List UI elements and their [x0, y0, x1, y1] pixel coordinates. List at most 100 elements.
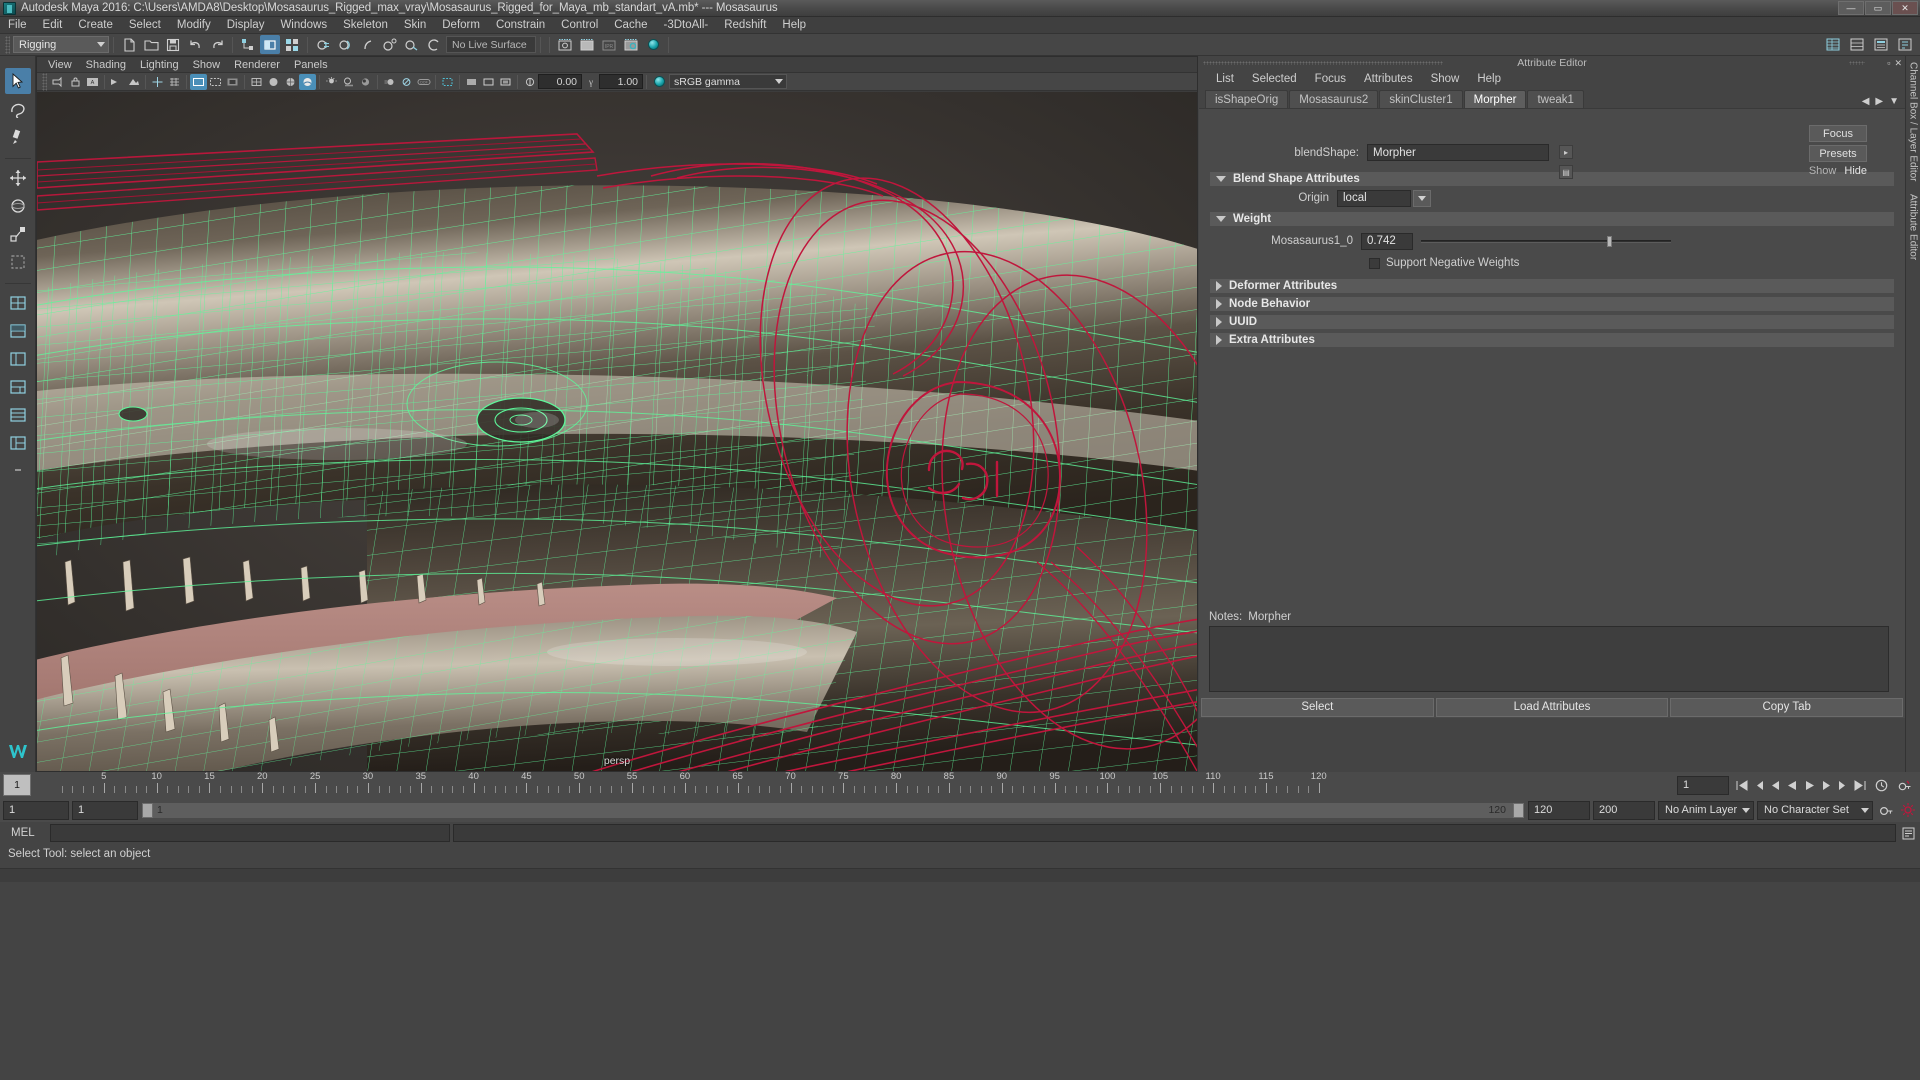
exposure-field[interactable]: 0.00 — [538, 74, 582, 89]
menu-control[interactable]: Control — [553, 17, 606, 34]
wireframe-icon[interactable] — [248, 74, 265, 90]
render-settings-icon[interactable] — [621, 35, 641, 54]
menu-skin[interactable]: Skin — [396, 17, 434, 34]
lock-camera-icon[interactable] — [67, 74, 84, 90]
select-by-object-icon[interactable] — [260, 35, 280, 54]
show-hide-editor-icon[interactable] — [555, 35, 575, 54]
section-node-behavior[interactable]: Node Behavior — [1209, 296, 1895, 312]
shaded-wireframe-icon[interactable] — [282, 74, 299, 90]
snap-to-grid-icon[interactable] — [313, 35, 333, 54]
ae-tab-morpher[interactable]: Morpher — [1463, 90, 1527, 108]
ae-menu-show[interactable]: Show — [1422, 70, 1469, 88]
menu-3dtoall[interactable]: -3DtoAll- — [656, 17, 717, 34]
ae-tab-skincluster1[interactable]: skinCluster1 — [1379, 90, 1463, 108]
menu-skeleton[interactable]: Skeleton — [335, 17, 396, 34]
color-management-icon[interactable] — [654, 76, 665, 87]
ae-tab-tweak1[interactable]: tweak1 — [1527, 90, 1584, 108]
section-uuid[interactable]: UUID — [1209, 314, 1895, 330]
ae-tab-next-icon[interactable]: ▶ — [1875, 96, 1883, 107]
image-plane-icon[interactable] — [125, 74, 142, 90]
toolbar-grip[interactable] — [5, 35, 10, 54]
animation-preferences-icon[interactable] — [1872, 776, 1891, 795]
weight-slider-handle[interactable] — [1606, 235, 1612, 247]
play-forwards-icon[interactable] — [1801, 776, 1817, 795]
panel-drag-handle[interactable] — [1203, 61, 1443, 65]
grid-toggle-icon[interactable] — [166, 74, 183, 90]
2d-pan-zoom-icon[interactable] — [149, 74, 166, 90]
copy-tab-button[interactable]: Copy Tab — [1670, 697, 1904, 717]
exposure-icon[interactable] — [521, 74, 538, 90]
weight-slider[interactable] — [1421, 235, 1671, 247]
last-tool-used[interactable] — [5, 249, 31, 275]
minimize-button[interactable]: — — [1838, 1, 1864, 15]
gamma-icon[interactable]: γ — [582, 74, 599, 90]
isolate-select-icon[interactable] — [439, 74, 456, 90]
tool-settings-toggle-icon[interactable] — [1895, 35, 1915, 54]
shadows-icon[interactable] — [340, 74, 357, 90]
menu-create[interactable]: Create — [70, 17, 121, 34]
live-surface-field[interactable]: No Live Surface — [446, 36, 536, 53]
focus-button[interactable]: Focus — [1809, 125, 1867, 142]
play-backwards-icon[interactable] — [1784, 776, 1800, 795]
panel-drag-handle-right[interactable] — [1849, 61, 1865, 65]
textured-icon[interactable] — [299, 73, 316, 90]
layout-persp-outliner-persp[interactable] — [5, 430, 31, 456]
command-input-field[interactable] — [50, 824, 450, 842]
layout-more-options[interactable] — [5, 458, 31, 484]
gamma-field[interactable]: 1.00 — [599, 74, 643, 89]
smooth-shade-icon[interactable] — [265, 74, 282, 90]
viewport-menu-renderer[interactable]: Renderer — [227, 57, 287, 73]
range-bar-left-grip[interactable] — [142, 802, 153, 818]
set-key-icon[interactable] — [1876, 801, 1895, 820]
go-to-end-icon[interactable] — [1852, 776, 1868, 795]
ae-menu-list[interactable]: List — [1207, 70, 1243, 88]
layout-single-perspective[interactable] — [5, 290, 31, 316]
panel-close-icon[interactable]: ✕ — [1894, 58, 1902, 69]
select-by-hierarchy-icon[interactable] — [238, 35, 258, 54]
playback-range-bar[interactable]: 1 120 — [141, 801, 1525, 819]
snap-to-projected-center-icon[interactable] — [379, 35, 399, 54]
animation-end-time-field[interactable]: 200 — [1593, 800, 1655, 820]
notes-textarea[interactable] — [1209, 626, 1889, 692]
menu-file[interactable]: File — [0, 17, 35, 34]
menu-cache[interactable]: Cache — [606, 17, 655, 34]
save-scene-icon[interactable] — [163, 35, 183, 54]
xray-active-components-icon[interactable] — [497, 74, 514, 90]
menu-set-selector[interactable]: Rigging — [13, 36, 109, 53]
menu-deform[interactable]: Deform — [434, 17, 488, 34]
auto-keyframe-icon[interactable] — [1895, 776, 1914, 795]
ae-menu-focus[interactable]: Focus — [1306, 70, 1355, 88]
vtab-attribute-editor[interactable]: Attribute Editor — [1908, 188, 1919, 266]
menu-modify[interactable]: Modify — [169, 17, 219, 34]
vtab-channel-box-layer-editor[interactable]: Channel Box / Layer Editor — [1908, 56, 1919, 188]
xray-icon[interactable] — [463, 74, 480, 90]
node-select-icon[interactable]: ▤ — [1559, 165, 1573, 179]
current-time-indicator[interactable]: 1 — [3, 774, 31, 796]
section-extra-attributes[interactable]: Extra Attributes — [1209, 332, 1895, 348]
camera-attributes-icon[interactable]: A — [84, 74, 101, 90]
presets-button[interactable]: Presets — [1809, 145, 1867, 162]
screen-space-ao-icon[interactable] — [357, 74, 374, 90]
node-name-field[interactable]: Morpher — [1367, 144, 1549, 161]
current-frame-field[interactable]: 1 — [1677, 775, 1729, 795]
redo-icon[interactable] — [207, 35, 227, 54]
viewport-menu-show[interactable]: Show — [186, 57, 228, 73]
viewport-menu-shading[interactable]: Shading — [79, 57, 133, 73]
channel-box-toggle-icon[interactable] — [1823, 35, 1843, 54]
origin-dropdown-arrow[interactable] — [1413, 189, 1431, 207]
menu-windows[interactable]: Windows — [272, 17, 335, 34]
section-weight[interactable]: Weight — [1209, 211, 1895, 227]
layer-editor-toggle-icon[interactable] — [1847, 35, 1867, 54]
layout-four-view[interactable] — [5, 318, 31, 344]
ae-tab-prev-icon[interactable]: ◀ — [1862, 96, 1870, 107]
support-negative-weights-checkbox[interactable] — [1369, 257, 1380, 269]
layout-persp-outliner[interactable] — [5, 346, 31, 372]
show-link[interactable]: Show — [1809, 165, 1837, 177]
ae-tab-menu-icon[interactable]: ▼ — [1889, 96, 1899, 107]
hypershade-icon[interactable] — [643, 35, 663, 54]
layout-hypershade-persp[interactable] — [5, 402, 31, 428]
script-editor-icon[interactable] — [1899, 824, 1917, 842]
snap-to-curve-icon[interactable] — [335, 35, 355, 54]
range-end-time-field[interactable]: 120 — [1528, 800, 1590, 820]
film-gate-icon[interactable] — [190, 73, 207, 90]
